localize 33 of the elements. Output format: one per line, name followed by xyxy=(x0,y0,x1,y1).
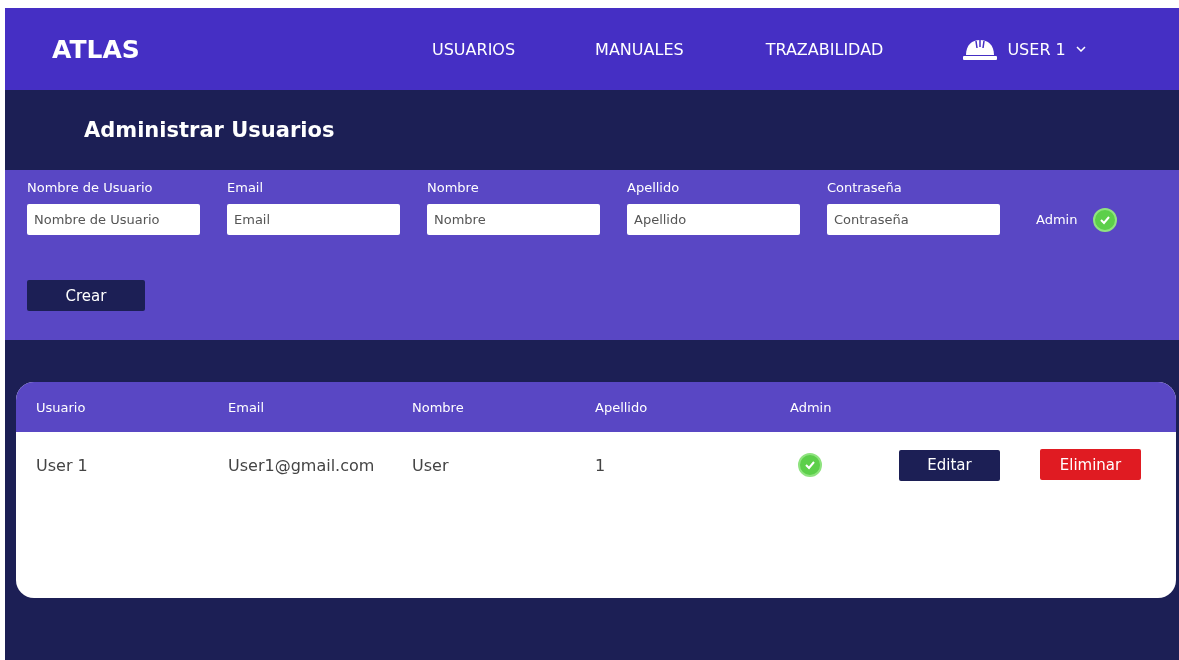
column-header: Usuario xyxy=(36,399,86,415)
field-label: Contraseña xyxy=(827,180,903,195)
table-cell: User 1 xyxy=(36,455,88,475)
input-field[interactable]: Apellido xyxy=(627,204,800,235)
column-header: Admin xyxy=(790,399,832,415)
input-field[interactable]: Email xyxy=(227,204,400,235)
field-label: Nombre xyxy=(427,180,480,195)
table-cell: 1 xyxy=(595,455,606,475)
input-field[interactable]: Nombre de Usuario xyxy=(27,204,200,235)
nav-link[interactable]: USUARIOS xyxy=(432,39,516,59)
field-label: Nombre de Usuario xyxy=(27,180,154,195)
nav-link[interactable]: MANUALES xyxy=(595,39,684,59)
table-cell: User1@gmail.com xyxy=(228,455,375,475)
column-header: Apellido xyxy=(595,399,648,415)
chevron-down-icon[interactable] xyxy=(1075,46,1086,52)
input-field[interactable]: Contraseña xyxy=(827,204,1000,235)
edit-button[interactable]: Editar xyxy=(899,449,1000,481)
admin-label: Admin xyxy=(1036,212,1078,227)
table-cell: User xyxy=(412,455,449,475)
input-field[interactable]: Nombre xyxy=(427,204,600,235)
column-header: Email xyxy=(228,399,265,415)
nav-link[interactable]: TRAZABILIDAD xyxy=(765,39,884,59)
brand-logo[interactable]: ATLAS xyxy=(52,34,432,64)
create-button[interactable]: Crear xyxy=(27,280,145,311)
user-menu[interactable]: USER 1 xyxy=(1007,39,1066,59)
delete-button[interactable]: Eliminar xyxy=(1040,449,1141,480)
admin-checkbox[interactable] xyxy=(1093,207,1118,232)
hard-hat-icon xyxy=(963,38,998,60)
page-title: Administrar Usuarios xyxy=(84,118,335,142)
check-icon xyxy=(804,459,816,471)
field-label: Apellido xyxy=(627,180,681,195)
field-label: Email xyxy=(227,180,265,195)
column-header: Nombre xyxy=(412,399,464,415)
